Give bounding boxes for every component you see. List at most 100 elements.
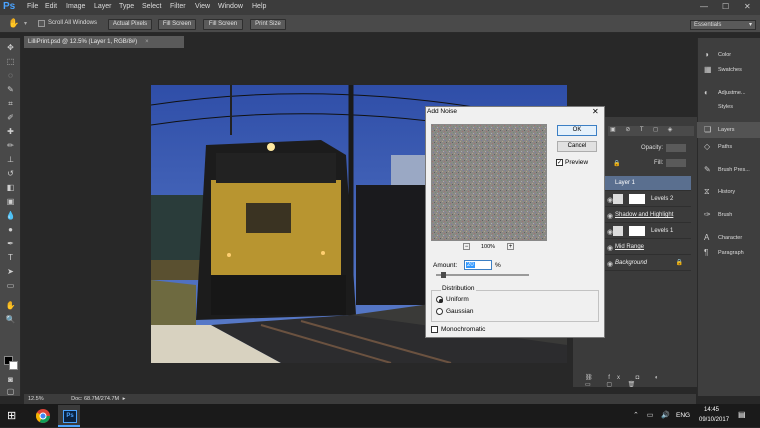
type-tool-icon[interactable]: T (5, 252, 16, 263)
menu-file[interactable]: File (27, 3, 38, 10)
fit-screen-button[interactable]: Fill Screen (158, 19, 196, 30)
layer-name: Background (615, 260, 648, 266)
menu-image[interactable]: Image (66, 3, 85, 10)
workspace-select[interactable]: Essentials ▾ (690, 20, 756, 30)
opacity-input[interactable] (666, 144, 686, 152)
quick-mask-icon[interactable]: ◙ (5, 374, 16, 385)
close-window-button[interactable]: ✕ (744, 2, 751, 11)
panel-adjustments[interactable]: Adjustme... (718, 90, 746, 96)
preview-checkbox[interactable]: ✓ (556, 159, 563, 166)
swatches-panel-icon[interactable]: ▦ (704, 66, 712, 74)
panel-color[interactable]: Color (718, 52, 731, 58)
panel-brush-presets[interactable]: Brush Pres... (718, 167, 750, 173)
amount-slider-thumb[interactable] (440, 272, 446, 278)
menu-filter[interactable]: Filter (170, 3, 186, 10)
layer-row-shadow-highlight[interactable]: Shadow and Highlight (605, 208, 691, 223)
move-tool-icon[interactable]: ✥ (5, 42, 16, 53)
close-tab-icon[interactable]: × (145, 39, 149, 45)
menu-window[interactable]: Window (218, 3, 243, 10)
screen-mode-icon[interactable]: ▢ (5, 386, 16, 397)
zoom-out-button[interactable]: − (463, 243, 470, 250)
clone-stamp-tool-icon[interactable]: ⊥ (5, 154, 16, 165)
menu-edit[interactable]: Edit (45, 3, 57, 10)
menu-select[interactable]: Select (142, 3, 161, 10)
scroll-all-checkbox[interactable] (38, 20, 45, 27)
gradient-tool-icon[interactable]: ▣ (5, 196, 16, 207)
dodge-tool-icon[interactable]: ● (5, 224, 16, 235)
clock-date[interactable]: 09/10/2017 (699, 417, 729, 423)
system-tray-icons[interactable]: ⌃ ▭ 🔊 (633, 411, 673, 419)
eyedropper-tool-icon[interactable]: ✐ (5, 112, 16, 123)
hand-tool-active-icon[interactable]: ✋ (5, 300, 16, 311)
layer-row-mid-range[interactable]: Mid Range (605, 240, 691, 255)
color-panel-icon[interactable]: ◑ (704, 51, 712, 59)
language-indicator[interactable]: ENG (676, 412, 690, 419)
maximize-button[interactable]: ☐ (722, 2, 729, 11)
menu-type[interactable]: Type (119, 3, 134, 10)
dropdown-arrow-icon[interactable]: ▾ (24, 20, 27, 27)
path-selection-tool-icon[interactable]: ➤ (5, 266, 16, 277)
paths-panel-icon[interactable]: ◇ (704, 143, 712, 151)
fill-screen-button[interactable]: Fill Screen (203, 19, 243, 30)
minimize-button[interactable]: — (700, 2, 708, 11)
document-tab[interactable]: LilliPrint.psd @ 12.5% (Layer 1, RGB/8#)… (24, 36, 184, 48)
menu-layer[interactable]: Layer (94, 3, 112, 10)
panel-brush[interactable]: Brush (718, 212, 732, 218)
pen-tool-icon[interactable]: ✒ (5, 238, 16, 249)
marquee-tool-icon[interactable]: ⬚ (5, 56, 16, 67)
menu-view[interactable]: View (195, 3, 210, 10)
background-color-swatch[interactable] (9, 361, 18, 370)
uniform-radio[interactable] (436, 296, 443, 303)
brush-panel-icon[interactable]: ✑ (704, 211, 712, 219)
noise-preview[interactable] (431, 124, 547, 241)
zoom-tool-icon[interactable]: 🔍 (5, 314, 16, 325)
zoom-level[interactable]: 12.5% (28, 396, 44, 402)
zoom-in-button[interactable]: + (507, 243, 514, 250)
layer-row-background[interactable]: Background 🔒 (605, 256, 691, 271)
photoshop-taskbar-button[interactable]: Ps (58, 405, 80, 427)
crop-tool-icon[interactable]: ⌗ (5, 98, 16, 109)
panel-styles[interactable]: Styles (718, 104, 733, 110)
layer-filter-icons[interactable]: ▣ ⊘ T ◻ ◈ (608, 126, 694, 136)
brush-presets-panel-icon[interactable]: ✎ (704, 166, 712, 174)
panel-paths[interactable]: Paths (718, 144, 732, 150)
paragraph-panel-icon[interactable]: ¶ (704, 249, 712, 257)
shape-tool-icon[interactable]: ▭ (5, 280, 16, 291)
panel-paragraph[interactable]: Paragraph (718, 250, 744, 256)
amount-input[interactable]: 20 (464, 260, 492, 270)
amount-slider-track[interactable] (436, 274, 529, 276)
chrome-taskbar-button[interactable] (33, 405, 53, 426)
hand-tool-icon[interactable]: ✋ (8, 18, 19, 29)
gaussian-radio[interactable] (436, 308, 443, 315)
layers-bottom-toolbar[interactable]: ⛓ fx ◘ ◐ ▭ ▢ 🗑 (585, 374, 685, 388)
panel-swatches[interactable]: Swatches (718, 67, 742, 73)
panel-history[interactable]: History (718, 189, 735, 195)
layer-row-levels-2[interactable]: Levels 2 (605, 192, 691, 207)
adjustments-panel-icon[interactable]: ◐ (704, 89, 712, 97)
eraser-tool-icon[interactable]: ◧ (5, 182, 16, 193)
history-panel-icon[interactable]: ⧖ (704, 188, 712, 196)
history-brush-tool-icon[interactable]: ↺ (5, 168, 16, 179)
lock-icon[interactable]: 🔒 (613, 160, 620, 167)
monochromatic-checkbox[interactable] (431, 326, 438, 333)
notifications-icon[interactable]: ▤ (738, 410, 746, 419)
clock-time[interactable]: 14:45 (704, 407, 719, 413)
print-size-button[interactable]: Print Size (250, 19, 286, 30)
fill-input[interactable] (666, 159, 686, 167)
layer-row-levels-1[interactable]: Levels 1 (605, 224, 691, 239)
brush-tool-icon[interactable]: ✏ (5, 140, 16, 151)
layer-row-layer-1[interactable]: Layer 1 (605, 176, 691, 191)
blur-tool-icon[interactable]: 💧 (5, 210, 16, 221)
cancel-button[interactable]: Cancel (557, 141, 597, 152)
arrow-right-icon[interactable]: ▸ (123, 396, 126, 402)
lasso-tool-icon[interactable]: ◌ (5, 70, 16, 81)
panel-character[interactable]: Character (718, 235, 742, 241)
quick-select-tool-icon[interactable]: ✎ (5, 84, 16, 95)
close-icon[interactable]: ✕ (592, 107, 599, 116)
healing-brush-tool-icon[interactable]: ✚ (5, 126, 16, 137)
character-panel-icon[interactable]: A (704, 234, 712, 242)
actual-pixels-button[interactable]: Actual Pixels (108, 19, 152, 30)
menu-help[interactable]: Help (252, 3, 266, 10)
ok-button[interactable]: OK (557, 125, 597, 136)
windows-start-icon[interactable]: ⊞ (7, 409, 16, 422)
